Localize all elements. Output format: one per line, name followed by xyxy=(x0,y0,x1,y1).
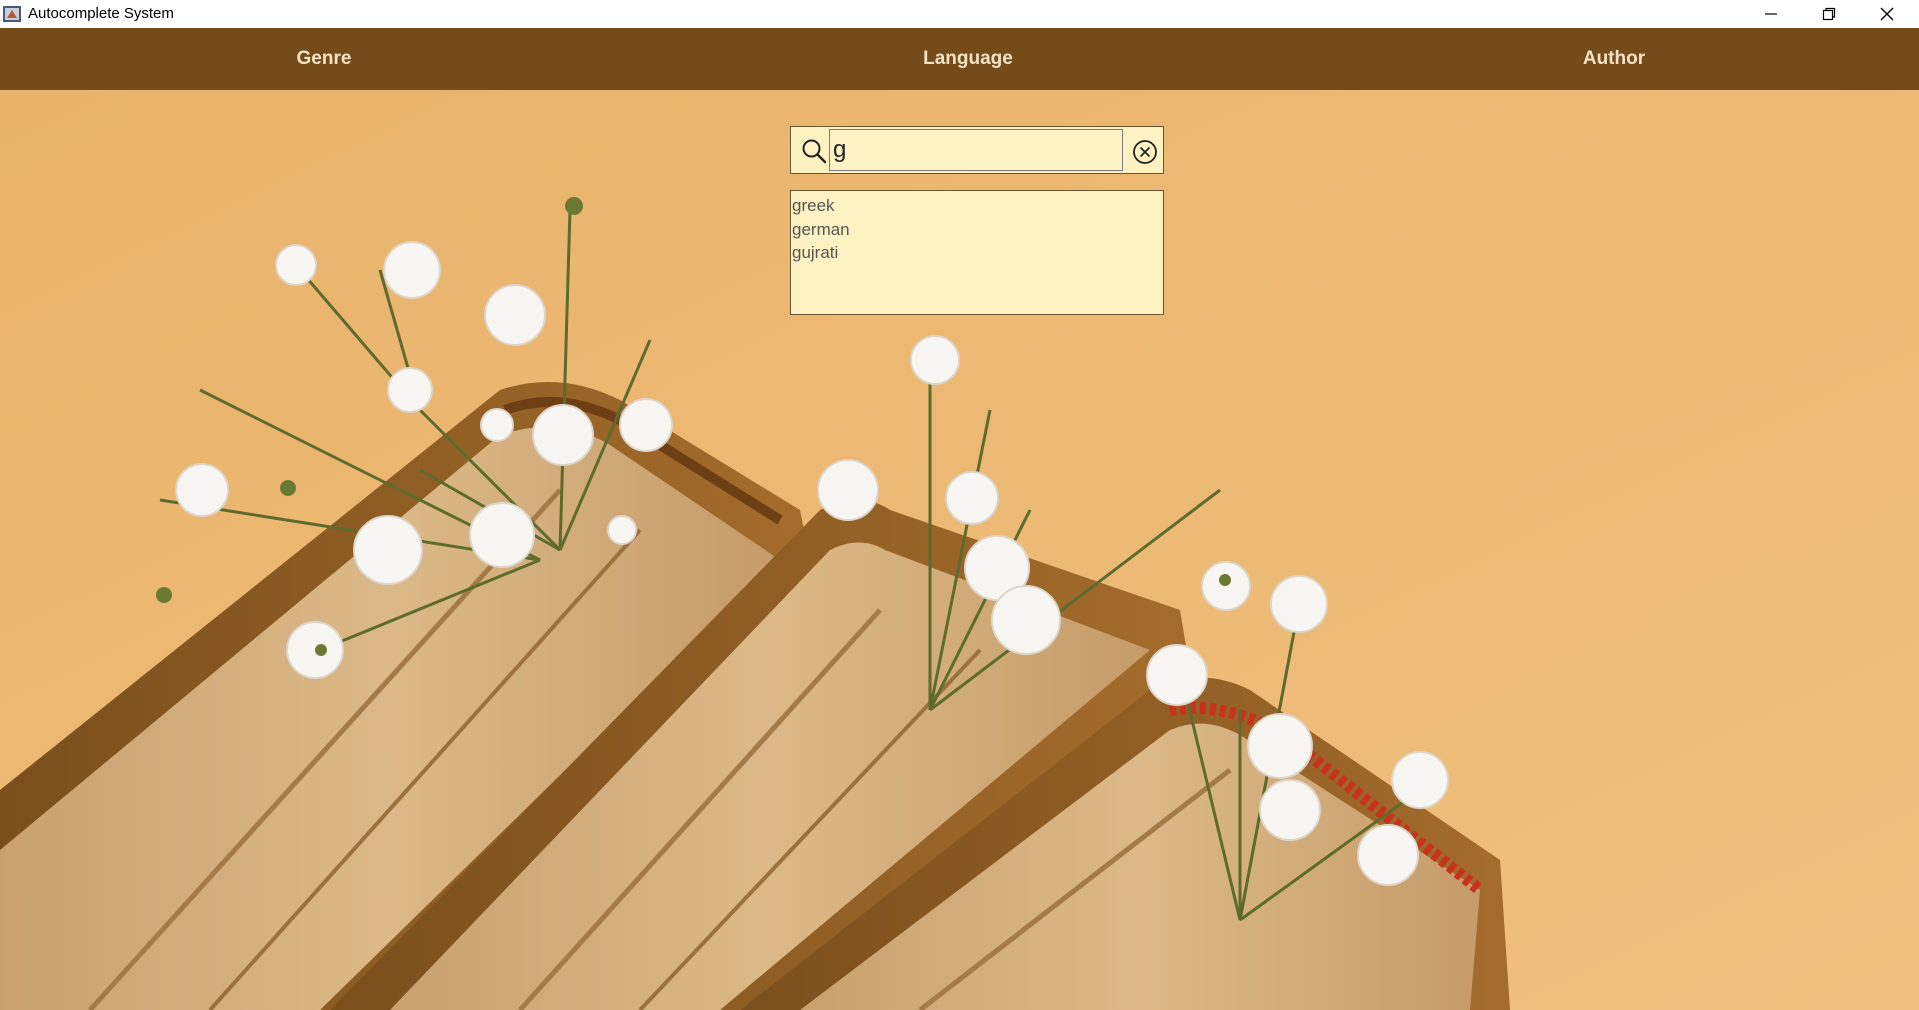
search-input[interactable] xyxy=(829,129,1123,171)
menu-author[interactable]: Author xyxy=(1514,28,1714,90)
menu-language[interactable]: Language xyxy=(868,28,1068,90)
restore-icon xyxy=(1822,7,1836,21)
search-bar xyxy=(790,126,1164,174)
clear-circle-x-icon[interactable] xyxy=(1132,139,1158,165)
close-button[interactable] xyxy=(1858,0,1916,28)
maximize-button[interactable] xyxy=(1800,0,1858,28)
category-menu-bar: Genre Language Author xyxy=(0,28,1919,90)
suggestion-list: greek german gujrati xyxy=(790,190,1164,315)
suggestion-item[interactable]: german xyxy=(791,218,1163,242)
search-icon[interactable] xyxy=(801,138,827,164)
close-icon xyxy=(1880,7,1894,21)
title-bar: Autocomplete System xyxy=(0,0,1919,28)
minimize-icon xyxy=(1765,13,1777,15)
window-title: Autocomplete System xyxy=(28,5,174,22)
suggestion-item[interactable]: greek xyxy=(791,194,1163,218)
java-app-icon xyxy=(3,6,21,22)
minimize-button[interactable] xyxy=(1742,0,1800,28)
app-window: Autocomplete System Genre Language Autho… xyxy=(0,0,1919,1010)
menu-genre[interactable]: Genre xyxy=(224,28,424,90)
suggestion-item[interactable]: gujrati xyxy=(791,241,1163,265)
